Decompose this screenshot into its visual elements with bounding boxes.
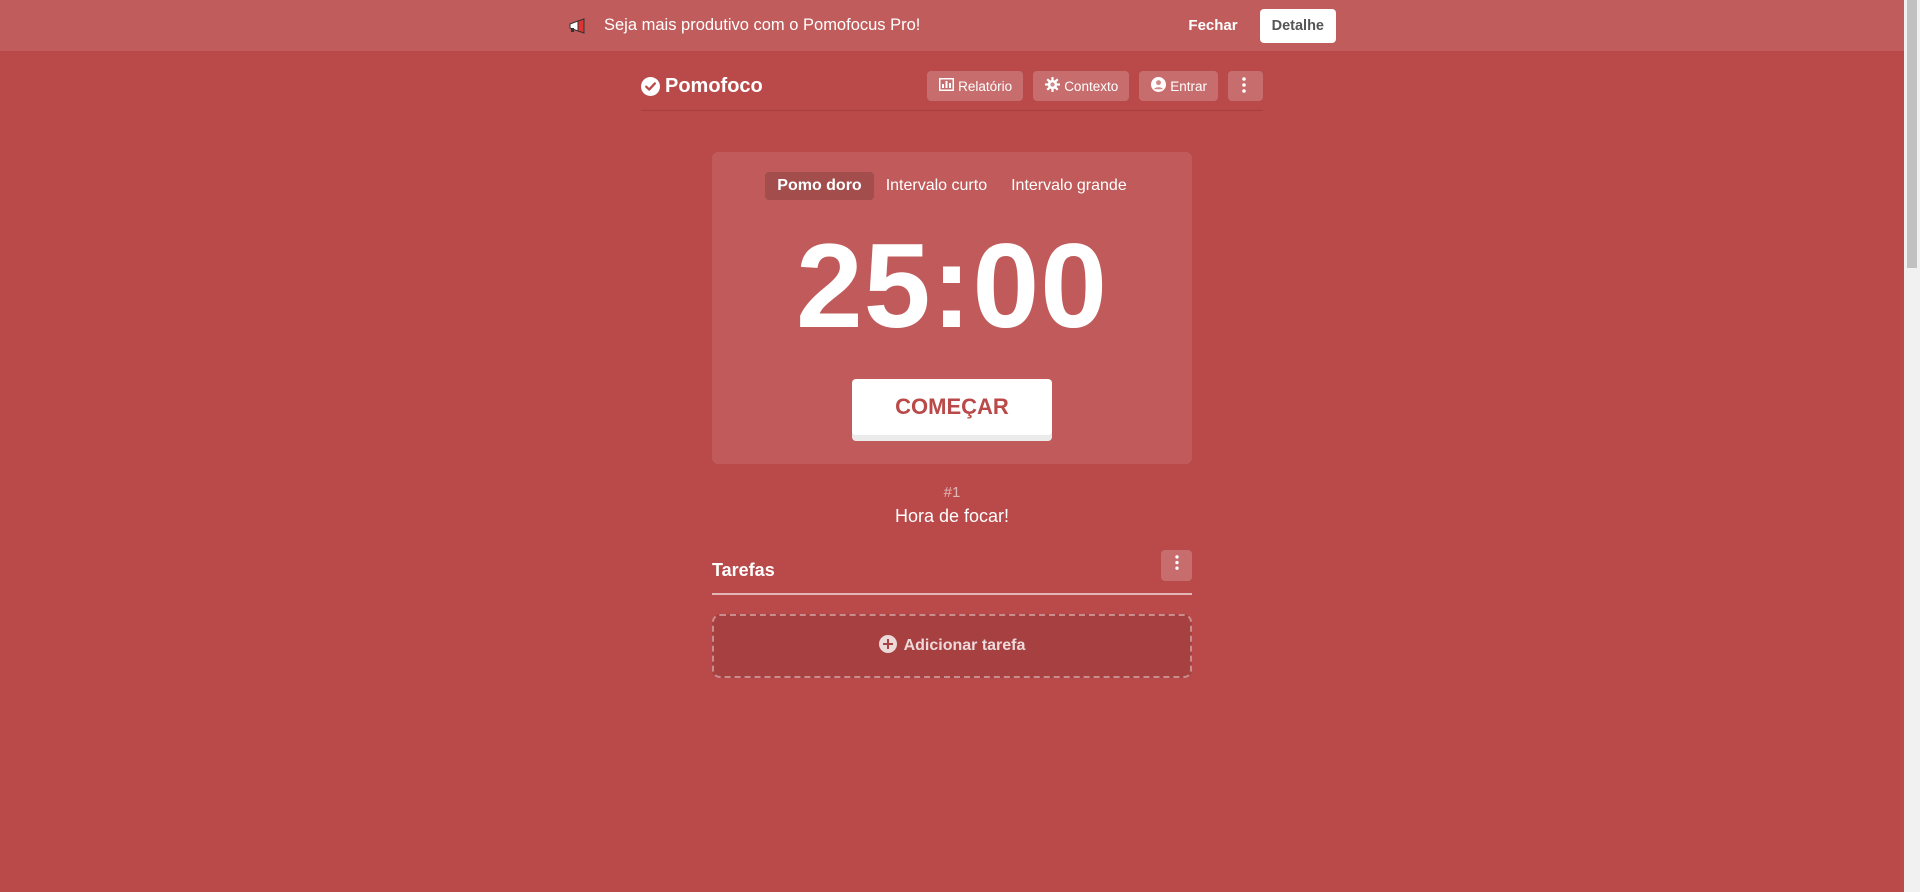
bar-chart-icon: [939, 78, 958, 94]
tab-short-break[interactable]: Intervalo curto: [874, 172, 999, 200]
login-button[interactable]: Entrar: [1139, 71, 1218, 101]
tasks-title: Tarefas: [712, 559, 775, 580]
vertical-dots-icon: [1241, 76, 1250, 96]
tasks-header: Tarefas: [712, 547, 1192, 595]
scrollbar[interactable]: [1904, 0, 1920, 892]
settings-button[interactable]: Contexto: [1033, 71, 1130, 101]
timer-display: 25:00: [796, 219, 1108, 353]
add-task-button[interactable]: Adicionar tarefa: [712, 614, 1192, 678]
session-counter[interactable]: #1: [712, 484, 1192, 501]
check-circle-icon: [641, 76, 660, 96]
plus-circle-icon: [878, 634, 904, 658]
report-button[interactable]: Relatório: [927, 71, 1024, 101]
close-banner-button[interactable]: Fechar: [1188, 17, 1237, 34]
promo-banner: Seja mais produtivo com o Pomofocus Pro!…: [0, 0, 1904, 51]
mode-tabs: Pomo doro Intervalo curto Intervalo gran…: [712, 172, 1192, 200]
start-button[interactable]: COMEÇAR: [852, 379, 1052, 435]
promo-banner-content: Seja mais produtivo com o Pomofocus Pro!…: [568, 0, 1336, 51]
tab-long-break[interactable]: Intervalo grande: [999, 172, 1139, 200]
more-options-button[interactable]: [1228, 71, 1263, 101]
gear-icon: [1045, 77, 1064, 95]
promo-actions: Fechar Detalhe: [1188, 8, 1336, 43]
tasks-menu-button[interactable]: [1161, 549, 1192, 581]
user-circle-icon: [1151, 77, 1170, 95]
app-header: Pomofoco Relatório Contexto Entrar: [641, 62, 1263, 111]
header-nav: Relatório Contexto Entrar: [917, 71, 1263, 101]
add-task-label: Adicionar tarefa: [903, 637, 1026, 654]
logo-text: Pomofoco: [665, 74, 763, 97]
timer-card: Pomo doro Intervalo curto Intervalo gran…: [712, 152, 1192, 464]
scrollbar-thumb[interactable]: [1907, 0, 1917, 268]
tab-pomodoro[interactable]: Pomo doro: [765, 172, 874, 200]
settings-label: Contexto: [1064, 78, 1119, 94]
vertical-dots-icon: [1174, 555, 1179, 575]
report-label: Relatório: [958, 78, 1013, 94]
megaphone-icon: [568, 17, 588, 34]
promo-text: Seja mais produtivo com o Pomofocus Pro!: [604, 16, 921, 34]
detail-button[interactable]: Detalhe: [1259, 8, 1336, 43]
logo[interactable]: Pomofoco: [641, 75, 763, 98]
focus-message: Hora de focar!: [894, 506, 1010, 526]
login-label: Entrar: [1170, 78, 1207, 94]
